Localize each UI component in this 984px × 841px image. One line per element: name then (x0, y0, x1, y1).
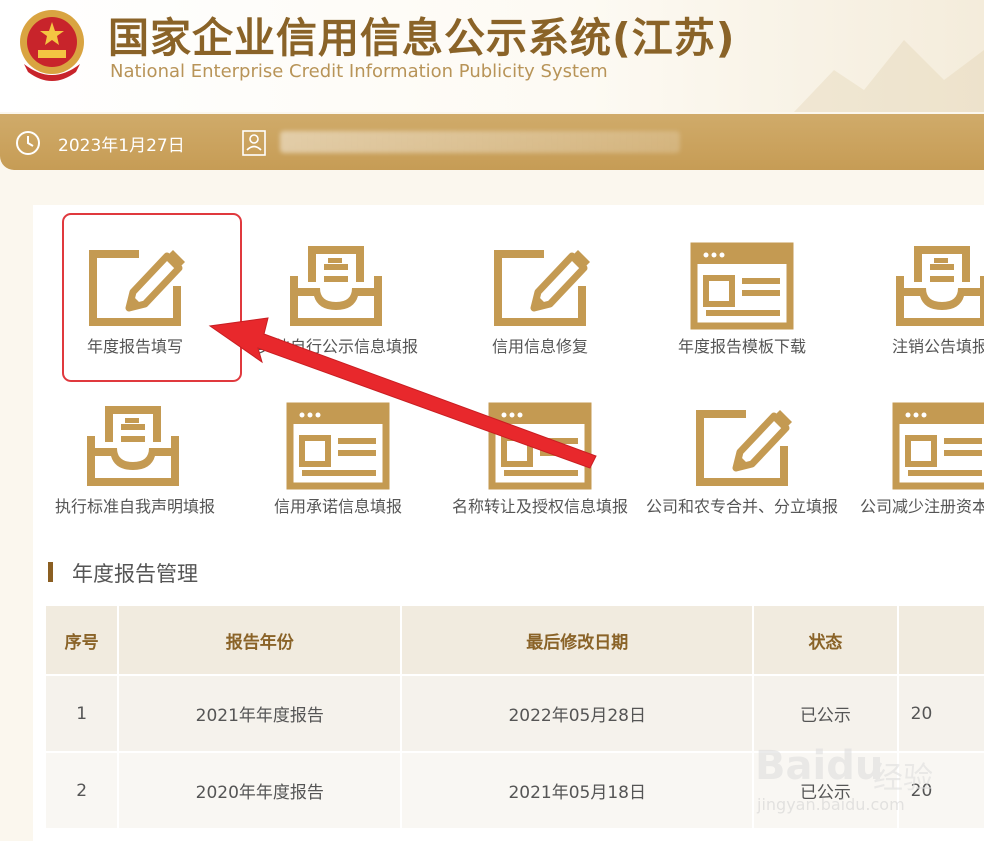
watermark-jingyan: 经验 (873, 761, 933, 796)
web-window-icon (890, 396, 984, 492)
clock-icon (16, 131, 40, 155)
col-header-index: 序号 (46, 606, 120, 675)
user-name-blurred (280, 131, 680, 153)
site-title: 国家企业信用信息公示系统(江苏) (108, 14, 736, 62)
baidu-watermark: Baidu 经验 jingyan.baidu.com (755, 735, 955, 825)
site-header: 国家企业信用信息公示系统(江苏) National Enterprise Cre… (0, 0, 984, 112)
pencil-edit-icon (688, 396, 796, 492)
cell-modified: 2021年05月18日 (401, 751, 755, 828)
col-header-status: 状态 (753, 606, 899, 675)
tile-label: 执行标准自我声明填报 (54, 497, 215, 516)
tile-credit-commitment[interactable]: 信用承诺信息填报 (238, 396, 438, 518)
watermark-url: jingyan.baidu.com (757, 795, 905, 814)
tile-label: 信用信息修复 (491, 337, 588, 356)
tile-capital-reduction[interactable]: 公司减少注册资本 (844, 396, 984, 518)
current-date: 2023年1月27日 (58, 136, 185, 156)
cell-index: 2 (46, 751, 120, 828)
web-window-icon (486, 396, 594, 492)
tile-name-transfer[interactable]: 名称转让及授权信息填报 (440, 396, 640, 518)
tile-label: 其他自行公示信息填报 (257, 337, 418, 356)
watermark-brand: Baidu (755, 743, 884, 789)
cell-modified: 2022年05月28日 (401, 674, 755, 752)
cell-year: 2020年年度报告 (118, 751, 403, 828)
national-emblem-icon (20, 10, 84, 81)
tile-label: 公司和农专合并、分立填报 (646, 497, 839, 516)
col-header-modified: 最后修改日期 (401, 606, 755, 675)
tile-template-download[interactable]: 年度报告模板下载 (642, 236, 842, 358)
cell-year: 2021年年度报告 (118, 674, 403, 752)
tile-standard-declaration[interactable]: 执行标准自我声明填报 (35, 396, 235, 518)
tile-deregistration[interactable]: 注销公告填报 (844, 236, 984, 358)
inbox-tray-icon (87, 406, 179, 486)
tile-merger-split[interactable]: 公司和农专合并、分立填报 (642, 396, 842, 518)
tile-credit-repair[interactable]: 信用信息修复 (440, 236, 640, 358)
user-icon[interactable] (241, 130, 267, 156)
site-subtitle: National Enterprise Credit Information P… (110, 61, 608, 82)
web-window-icon (284, 396, 392, 492)
tile-label: 名称转让及授权信息填报 (451, 497, 628, 516)
cell-index: 1 (46, 674, 120, 752)
web-window-icon (688, 236, 796, 332)
col-header-year: 报告年份 (118, 606, 403, 675)
section-title-text: 年度报告管理 (72, 562, 198, 586)
inbox-tray-icon (290, 246, 382, 326)
tile-label: 信用承诺信息填报 (273, 497, 402, 516)
table-header-row: 序号 报告年份 最后修改日期 状态 (46, 606, 984, 675)
info-bar: 2023年1月27日 (0, 114, 984, 170)
tile-label: 年度报告模板下载 (677, 337, 806, 356)
tile-label: 注销公告填报 (892, 337, 984, 356)
tile-label: 公司减少注册资本 (860, 497, 984, 516)
tile-other-disclosure[interactable]: 其他自行公示信息填报 (238, 236, 438, 358)
section-marker (48, 562, 53, 582)
pencil-edit-icon (486, 236, 594, 332)
inbox-tray-icon (896, 246, 984, 326)
mountain-decoration-icon (794, 40, 984, 112)
highlight-box (62, 213, 242, 382)
col-header-extra (897, 606, 984, 675)
